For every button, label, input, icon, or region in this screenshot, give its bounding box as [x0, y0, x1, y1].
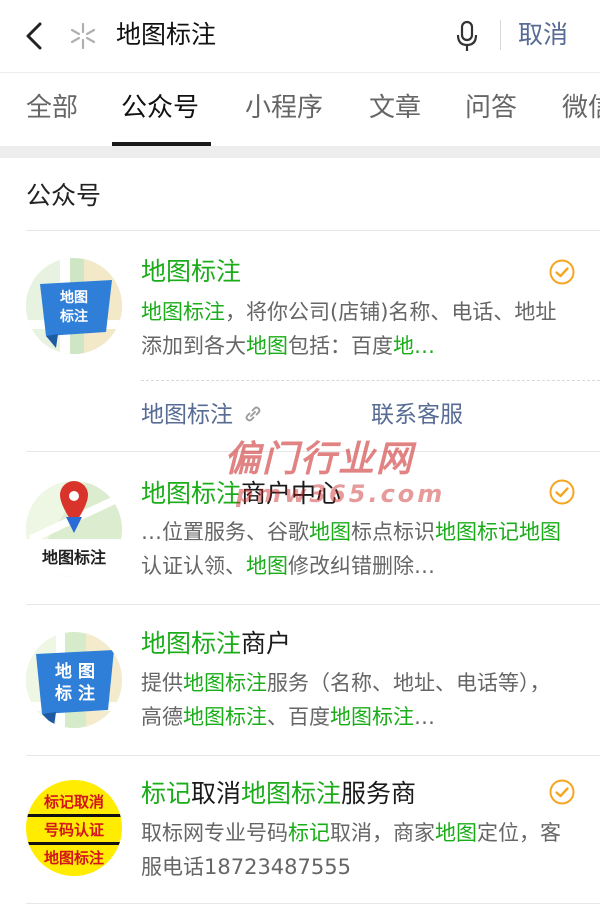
search-bar: 地图标注 取消 — [0, 0, 600, 72]
tab-articles[interactable]: 文章 — [369, 89, 421, 127]
cancel-button[interactable]: 取消 — [518, 16, 568, 54]
divider — [500, 20, 501, 50]
verified-icon — [549, 479, 575, 505]
avatar-text: 号码认证 — [44, 821, 104, 839]
account-description: 提供地图标注服务（名称、地址、电话等），高德地图标注、百度地图标注… — [141, 671, 551, 729]
account-name[interactable]: 标记取消地图标注服务商 — [141, 776, 416, 812]
account-avatar[interactable]: 地 图 标 注 — [26, 632, 122, 728]
link-icon — [245, 406, 261, 422]
divider — [26, 604, 600, 605]
tab-wechat[interactable]: 微信 — [562, 89, 600, 127]
watermark: pmw365.com — [236, 480, 446, 508]
avatar-text: 标记取消 — [43, 793, 104, 811]
divider — [26, 230, 600, 231]
account-description: …位置服务、谷歌地图标点标识地图标记地图认证认领、地图修改纠错删除… — [141, 520, 561, 578]
divider — [26, 903, 600, 904]
account-link[interactable]: 地图标注 — [141, 398, 262, 432]
name-segment: 地图标注 — [141, 257, 242, 286]
tab-qa[interactable]: 问答 — [465, 89, 517, 127]
avatar-text: 地图标注 — [42, 548, 106, 567]
avatar-text: 地 图 — [55, 661, 95, 682]
verified-icon — [549, 779, 575, 805]
account-description: 取标网专业号码标记取消，商家地图定位，客服电话18723487555 — [141, 821, 561, 879]
watermark: 偏门行业网 — [224, 439, 415, 480]
tab-all[interactable]: 全部 — [26, 89, 78, 127]
account-avatar[interactable]: 标记取消 号码认证 地图标注 — [26, 780, 122, 876]
account-description: 地图标注，将你公司(店铺)名称、电话、地址添加到各大地图包括：百度地… — [141, 300, 557, 358]
avatar-text: 标注 — [59, 308, 88, 325]
filter-tabs: 全部 公众号 小程序 文章 问答 微信 — [0, 72, 600, 144]
account-name[interactable]: 地图标注 — [141, 254, 241, 290]
section-gap — [0, 146, 600, 158]
divider — [141, 380, 600, 381]
search-spark-icon — [70, 22, 96, 50]
contact-service-link[interactable]: 联系客服 — [371, 398, 463, 432]
section-title: 公众号 — [26, 181, 102, 210]
search-input[interactable]: 地图标注 — [116, 16, 216, 54]
account-name[interactable]: 地图标注商户 — [141, 626, 291, 662]
tab-mini-programs[interactable]: 小程序 — [245, 89, 323, 127]
tab-official-accounts[interactable]: 公众号 — [121, 89, 199, 127]
microphone-icon[interactable] — [452, 18, 482, 54]
avatar-text: 地图 — [60, 289, 88, 306]
avatar-text: 标 注 — [55, 683, 95, 704]
account-avatar[interactable]: 地图 标注 — [26, 258, 122, 354]
avatar-text: 地图标注 — [44, 849, 104, 867]
back-arrow-icon[interactable] — [18, 18, 52, 54]
account-avatar[interactable]: 地图标注 — [26, 481, 122, 577]
divider — [26, 755, 600, 756]
verified-icon — [549, 259, 575, 285]
